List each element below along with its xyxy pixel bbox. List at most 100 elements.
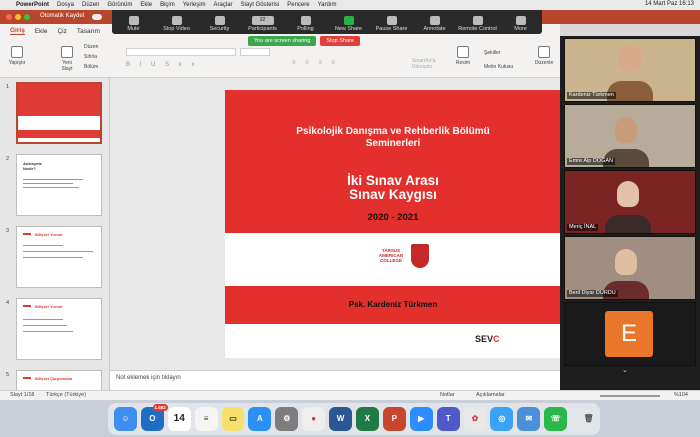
- reminders-icon[interactable]: ≡: [194, 407, 218, 431]
- notes-icon[interactable]: ▭: [221, 407, 245, 431]
- picture-button[interactable]: Resim: [454, 46, 472, 66]
- font-size-field[interactable]: [240, 48, 270, 56]
- menu-duzen[interactable]: Düzen: [82, 2, 99, 8]
- powerpoint-icon[interactable]: P: [382, 407, 406, 431]
- polling-label: Polling: [297, 26, 314, 32]
- textbox-button[interactable]: Metin Kutusu: [484, 64, 513, 70]
- participants-label: Participants: [248, 26, 277, 32]
- participants-button[interactable]: 22 Participants: [241, 16, 284, 32]
- trash-icon[interactable]: 🗑: [577, 407, 600, 431]
- layout-button[interactable]: Düzen: [84, 44, 98, 50]
- whatsapp-icon[interactable]: ☏: [544, 407, 568, 431]
- outlook-icon[interactable]: O 1.682: [140, 404, 168, 431]
- menu-bicim[interactable]: Biçim: [160, 2, 175, 8]
- tab-tasarim[interactable]: Tasarım: [77, 28, 100, 35]
- zoom-slider[interactable]: [600, 395, 660, 397]
- font-name-field[interactable]: [126, 48, 236, 56]
- shapes-button[interactable]: Şekiller: [484, 50, 500, 56]
- calendar-icon[interactable]: 14: [167, 407, 191, 431]
- arrange-button[interactable]: Düzenle: [532, 46, 556, 66]
- tab-giris[interactable]: Giriş: [10, 27, 25, 35]
- app-store-icon[interactable]: A: [248, 407, 272, 431]
- arrange-label: Düzenle: [534, 60, 554, 66]
- menu-dosya[interactable]: Dosya: [57, 2, 74, 8]
- chevron-down-icon[interactable]: ⌄: [622, 366, 628, 374]
- slide-preview[interactable]: [16, 82, 102, 144]
- comments-toggle[interactable]: Açıklamalar: [476, 392, 505, 398]
- font-style-buttons[interactable]: B I U S x x: [126, 62, 198, 68]
- security-label: Security: [209, 26, 230, 32]
- zoom-level[interactable]: %104: [674, 392, 688, 398]
- paste-button[interactable]: Yapıştır: [6, 46, 28, 66]
- slide-presenter[interactable]: Psk. Kardeniz Türkmen: [225, 300, 561, 309]
- clock[interactable]: 14 Mart Paz 16:13: [645, 1, 694, 7]
- zoom-icon[interactable]: ▶: [409, 407, 433, 431]
- participant-tile[interactable]: Meriç İNAL: [564, 170, 696, 234]
- launchpad-icon[interactable]: ✿: [463, 407, 487, 431]
- menu-slayt-gosterisi[interactable]: Slayt Gösterisi: [241, 2, 280, 8]
- share-status-bar: You are screen sharing Stop Share: [248, 36, 408, 46]
- polling-button[interactable]: Polling: [284, 16, 327, 32]
- excel-icon[interactable]: X: [356, 407, 379, 431]
- slide-preview[interactable]: Ankisyete Nedir?: [16, 154, 102, 216]
- pause-share-button[interactable]: Pause Share: [370, 16, 413, 32]
- participant-tile[interactable]: Emre Alp DOĞAN: [564, 104, 696, 168]
- notes-toggle[interactable]: Notlar: [440, 392, 455, 398]
- minimize-window-icon[interactable]: [15, 14, 21, 20]
- participant-tile[interactable]: E: [564, 302, 696, 366]
- slide-thumbnail-panel[interactable]: 1 2 Ankisyete Nedir? 3 Bilişsel Yorum 4 …: [0, 78, 110, 390]
- menu-pencere[interactable]: Pencere: [287, 2, 309, 8]
- language-indicator[interactable]: Türkçe (Türkiye): [46, 392, 86, 398]
- security-button[interactable]: Security: [198, 16, 241, 32]
- new-slide-button[interactable]: Yeni Slayt: [56, 46, 78, 72]
- section-button[interactable]: Bölüm: [84, 64, 98, 70]
- menu-ekle[interactable]: Ekle: [140, 2, 152, 8]
- autosave-toggle[interactable]: [92, 14, 102, 20]
- notes-pane[interactable]: Not eklemek için tıklayın: [110, 370, 562, 390]
- screen-sharing-indicator: You are screen sharing: [248, 36, 317, 46]
- teams-icon[interactable]: T: [436, 407, 460, 431]
- close-window-icon[interactable]: [6, 14, 12, 20]
- word-icon[interactable]: W: [329, 407, 353, 431]
- mail-icon[interactable]: ✉: [517, 407, 541, 431]
- stop-video-button[interactable]: Stop Video: [155, 16, 198, 32]
- slide-years[interactable]: 2020 - 2021: [225, 212, 561, 223]
- annotate-button[interactable]: Annotate: [413, 16, 456, 32]
- safari-icon[interactable]: ◎: [490, 407, 514, 431]
- slide-preview[interactable]: Bilişsel Yorum: [16, 226, 102, 288]
- menu-yardim[interactable]: Yardım: [318, 2, 337, 8]
- slide-preview[interactable]: Bilişsel Yorum: [16, 298, 102, 360]
- slide-preview[interactable]: Bilişsel Çarpıtmalar: [16, 370, 102, 390]
- finder-icon[interactable]: ☺: [114, 407, 137, 431]
- chrome-icon[interactable]: ●: [302, 407, 326, 431]
- tab-ciz[interactable]: Çiz: [57, 28, 66, 35]
- current-slide[interactable]: Psikolojik Danışma ve Rehberlik Bölümü S…: [225, 90, 561, 358]
- sev-logo-suffix: C: [493, 334, 500, 344]
- menu-yerlesim[interactable]: Yerleşim: [183, 2, 206, 8]
- more-button[interactable]: More: [499, 16, 542, 32]
- bar-chart-icon: [300, 16, 311, 25]
- slide-editor[interactable]: Psikolojik Danışma ve Rehberlik Bölümü S…: [110, 78, 562, 378]
- reset-button[interactable]: Sıfırla: [84, 54, 97, 60]
- mac-menubar: PowerPoint Dosya Düzen Görünüm Ekle Biçi…: [0, 0, 700, 10]
- system-preferences-icon[interactable]: ⚙: [275, 407, 299, 431]
- slide-thumb-title: Bilişsel Çarpıtmalar: [35, 376, 73, 381]
- paragraph-buttons[interactable]: ≡ ≡ ≡ ≡: [292, 60, 339, 66]
- menu-gorunum[interactable]: Görünüm: [107, 2, 132, 8]
- remote-control-button[interactable]: Remote Control: [456, 16, 499, 32]
- new-share-button[interactable]: New Share: [327, 16, 370, 32]
- menu-araclar[interactable]: Araçlar: [214, 2, 233, 8]
- slide-title[interactable]: İki Sınav Arası Sınav Kaygısı: [225, 174, 561, 202]
- zoom-window-icon[interactable]: [24, 14, 30, 20]
- participant-tile[interactable]: Beril Diyar DURDU: [564, 236, 696, 300]
- slide-thumb-title: Ankisyete Nedir?: [23, 161, 42, 171]
- smartart-button[interactable]: SmartArt'a Dönüştür: [412, 58, 448, 70]
- participant-tile[interactable]: Kardeniz Türkmen: [564, 38, 696, 102]
- slide-subtitle[interactable]: Psikolojik Danışma ve Rehberlik Bölümü S…: [225, 126, 561, 150]
- app-name[interactable]: PowerPoint: [16, 2, 49, 8]
- mute-button[interactable]: Mute: [112, 16, 155, 32]
- participant-avatar: E: [605, 311, 653, 357]
- microphone-icon: [128, 16, 139, 25]
- tab-ekle[interactable]: Ekle: [35, 28, 48, 35]
- stop-share-button[interactable]: Stop Share: [320, 36, 360, 46]
